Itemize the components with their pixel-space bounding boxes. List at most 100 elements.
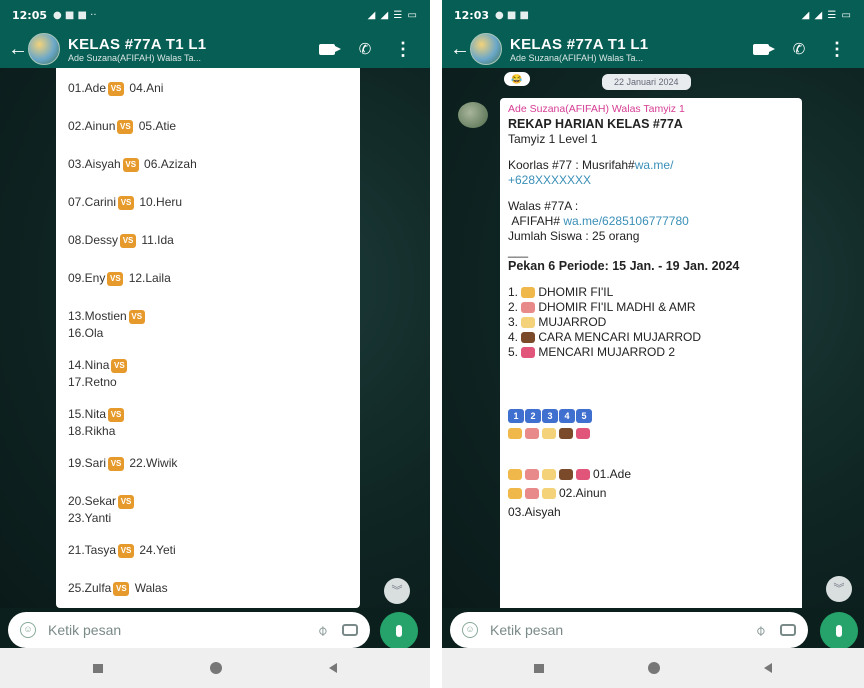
message-input-bar[interactable]: ☺ Ketik pesan ⌀ bbox=[450, 612, 808, 648]
screenshot-stage: 12:05 ● ■ ■ ·· ◢ ◢ ☰ ▭ ← KELAS #77A T1 L… bbox=[0, 0, 864, 688]
vs-emoji-icon: VS bbox=[108, 456, 125, 471]
more-options-button[interactable]: ⋮ bbox=[818, 39, 856, 60]
video-call-button[interactable] bbox=[308, 43, 346, 55]
voice-call-button[interactable]: ✆ bbox=[780, 40, 818, 58]
koorlas-number-link[interactable]: +628XXXXXXX bbox=[508, 173, 794, 188]
report-heading: REKAP HARIAN KELAS #77A bbox=[508, 117, 683, 131]
topic-emoji-icon bbox=[508, 428, 522, 440]
roster-row: 07.Carini VS 10.Heru bbox=[56, 194, 194, 211]
message-bubble[interactable]: 01.Ade VS 04.Ani 02.Ainun VS 05.Atie 03.Aisy… bbox=[56, 68, 360, 608]
voice-record-button[interactable] bbox=[820, 612, 858, 650]
scroll-down-button[interactable]: ︾ bbox=[384, 578, 410, 604]
scroll-down-button[interactable]: ︾ bbox=[826, 576, 852, 602]
message-bubble[interactable]: Ade Suzana(AFIFAH) Walas Tamyiz 1 REKAP … bbox=[500, 98, 802, 608]
roster-row: 03.Aisyah VS 06.Azizah bbox=[56, 156, 209, 173]
chat-subtitle: Ade Suzana(AFIFAH) Walas Ta... bbox=[68, 52, 202, 63]
vs-emoji-icon: VS bbox=[107, 271, 124, 286]
roster-name: 15.Nita bbox=[68, 407, 107, 421]
topic-emoji-icon bbox=[525, 469, 539, 481]
roster-row: 25.Zulfa VS Walas bbox=[56, 580, 180, 597]
student-name: 03.Aisyah bbox=[508, 505, 561, 519]
emoji-icon[interactable]: ☺ bbox=[462, 622, 478, 638]
topic-emoji-icon bbox=[521, 347, 536, 359]
week-period: Pekan 6 Periode: 15 Jan. - 19 Jan. 2024 bbox=[508, 259, 740, 273]
roster-name: 24.Yeti bbox=[139, 543, 176, 557]
vs-emoji-icon: VS bbox=[113, 581, 130, 596]
camera-icon[interactable] bbox=[342, 624, 358, 636]
roster-name: 10.Heru bbox=[139, 195, 183, 209]
chat-area[interactable]: 😂 22 Januari 2024 Ade Suzana(AFIFAH) Wal… bbox=[442, 68, 864, 608]
reaction-emoji[interactable]: 😂 bbox=[504, 72, 530, 86]
roster-name: 17.Retno bbox=[68, 375, 117, 389]
signal-battery-icons: ◢ ◢ ☰ ▭ bbox=[367, 9, 418, 21]
walas-link[interactable]: wa.me/6285106777780 bbox=[563, 214, 688, 228]
chat-title: KELAS #77A T1 L1 bbox=[68, 35, 207, 53]
phone-icon: ✆ bbox=[792, 41, 806, 58]
roster-name: 21.Tasya bbox=[68, 543, 117, 557]
status-time: 12:03 bbox=[454, 8, 490, 22]
roster-name: 16.Ola bbox=[68, 326, 104, 340]
chat-title-block[interactable]: KELAS #77A T1 L1 Ade Suzana(AFIFAH) Wala… bbox=[510, 36, 742, 63]
message-input[interactable]: Ketik pesan bbox=[490, 622, 756, 638]
roster-name: 14.Nina bbox=[68, 358, 110, 372]
roster-row: 13.Mostien VS 16.Ola bbox=[56, 308, 159, 342]
topic-number: 3. bbox=[508, 315, 522, 329]
more-options-button[interactable]: ⋮ bbox=[384, 39, 422, 60]
voice-record-button[interactable] bbox=[380, 612, 418, 650]
roster-name: 25.Zulfa bbox=[68, 581, 112, 595]
sender-name[interactable]: Ade Suzana(AFIFAH) Walas Tamyiz 1 bbox=[508, 102, 794, 117]
topic-emoji-icon bbox=[521, 302, 536, 314]
video-camera-icon bbox=[753, 43, 775, 55]
topic-emoji-icon bbox=[542, 469, 556, 481]
status-bar: 12:05 ● ■ ■ ·· ◢ ◢ ☰ ▭ bbox=[0, 0, 430, 30]
emoji-icon[interactable]: ☺ bbox=[20, 622, 36, 638]
roster-name: 05.Atie bbox=[138, 119, 177, 133]
camera-icon[interactable] bbox=[780, 624, 796, 636]
koorlas-link[interactable]: wa.me/ bbox=[635, 158, 674, 172]
video-call-button[interactable] bbox=[742, 43, 780, 55]
chat-title-block[interactable]: KELAS #77A T1 L1 Ade Suzana(AFIFAH) Wala… bbox=[68, 36, 308, 63]
topic-list: 1. DHOMIR FI'IL 2. DHOMIR FI'IL MADHI & A… bbox=[508, 285, 794, 360]
signal-battery-icons: ◢ ◢ ☰ ▭ bbox=[801, 9, 852, 21]
chevron-down-icon: ︾ bbox=[391, 585, 403, 597]
vs-emoji-icon: VS bbox=[118, 543, 135, 558]
recents-icon[interactable] bbox=[93, 663, 104, 673]
progress-row: 02.Ainun bbox=[508, 486, 794, 501]
chat-header: ← KELAS #77A T1 L1 Ade Suzana(AFIFAH) Wa… bbox=[0, 30, 430, 68]
roster-name: 07.Carini bbox=[68, 195, 117, 209]
topic-emoji-icon bbox=[542, 428, 556, 440]
date-separator: 22 Januari 2024 bbox=[602, 74, 691, 90]
progress-row: 01.Ade bbox=[508, 467, 794, 482]
home-icon[interactable] bbox=[209, 662, 222, 674]
back-nav-icon[interactable] bbox=[328, 663, 337, 673]
roster-name: 12.Laila bbox=[128, 271, 171, 285]
message-input[interactable]: Ketik pesan bbox=[48, 622, 318, 638]
topic-emoji-icon bbox=[576, 469, 590, 481]
home-icon[interactable] bbox=[648, 662, 660, 674]
message-input-bar[interactable]: ☺ Ketik pesan ⌀ bbox=[8, 612, 370, 648]
vs-emoji-icon: VS bbox=[122, 157, 139, 172]
back-arrow-icon[interactable]: ← bbox=[450, 38, 470, 61]
sender-avatar[interactable] bbox=[458, 102, 488, 128]
chevron-down-icon: ︾ bbox=[833, 583, 845, 595]
group-avatar[interactable] bbox=[28, 33, 60, 65]
back-arrow-icon[interactable]: ← bbox=[8, 38, 28, 61]
vs-emoji-icon: VS bbox=[111, 358, 128, 373]
topic-emoji-icon bbox=[542, 488, 556, 500]
topic-item: 2. DHOMIR FI'IL MADHI & AMR bbox=[508, 300, 794, 315]
chat-area[interactable]: 01.Ade VS 04.Ani 02.Ainun VS 05.Atie 03.Aisy… bbox=[0, 68, 430, 608]
roster-name: Walas bbox=[134, 581, 168, 595]
student-name: 02.Ainun bbox=[559, 486, 607, 500]
roster-name: 09.Eny bbox=[68, 271, 106, 285]
topic-emoji-icon bbox=[508, 469, 522, 481]
progress-row: 03.Aisyah bbox=[508, 505, 794, 520]
recents-icon[interactable] bbox=[534, 663, 544, 673]
group-avatar[interactable] bbox=[470, 33, 502, 65]
voice-call-button[interactable]: ✆ bbox=[346, 40, 384, 58]
student-name: 01.Ade bbox=[593, 467, 632, 481]
student-count: Jumlah Siswa : 25 orang bbox=[508, 229, 640, 243]
back-nav-icon[interactable] bbox=[764, 663, 772, 673]
left-phone-screen: 12:05 ● ■ ■ ·· ◢ ◢ ☰ ▭ ← KELAS #77A T1 L… bbox=[0, 0, 430, 688]
roster-name: 01.Ade bbox=[68, 81, 107, 95]
keycap-number-icon: 1 bbox=[508, 409, 524, 423]
